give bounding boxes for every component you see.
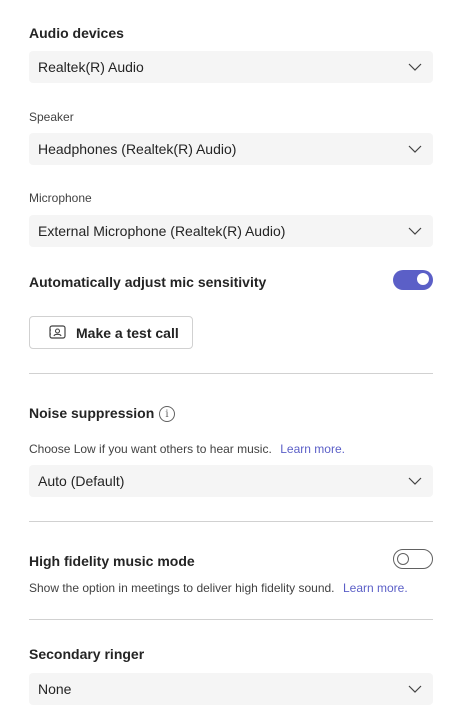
auto-adjust-label: Automatically adjust mic sensitivity xyxy=(29,274,267,290)
auto-adjust-toggle[interactable] xyxy=(393,270,433,290)
high-fidelity-description-row: Show the option in meetings to deliver h… xyxy=(29,579,408,597)
divider xyxy=(29,521,433,522)
noise-learn-more-link[interactable]: Learn more. xyxy=(280,442,345,456)
audio-devices-value: Realtek(R) Audio xyxy=(38,59,144,75)
high-fidelity-heading: High fidelity music mode xyxy=(29,553,195,569)
high-fidelity-description: Show the option in meetings to deliver h… xyxy=(29,581,335,595)
make-test-call-label: Make a test call xyxy=(76,324,179,341)
secondary-ringer-heading: Secondary ringer xyxy=(29,646,145,662)
microphone-label: Microphone xyxy=(29,191,92,205)
noise-suppression-heading: Noise suppression xyxy=(29,405,155,421)
microphone-dropdown[interactable]: External Microphone (Realtek(R) Audio) xyxy=(29,215,433,247)
chevron-down-icon xyxy=(407,141,423,157)
speaker-label: Speaker xyxy=(29,110,74,124)
noise-suppression-description: Choose Low if you want others to hear mu… xyxy=(29,442,272,456)
noise-suppression-dropdown[interactable]: Auto (Default) xyxy=(29,465,433,497)
toggle-knob xyxy=(417,273,429,285)
chevron-down-icon xyxy=(407,223,423,239)
speaker-dropdown[interactable]: Headphones (Realtek(R) Audio) xyxy=(29,133,433,165)
high-fidelity-toggle[interactable] xyxy=(393,549,433,569)
noise-suppression-description-row: Choose Low if you want others to hear mu… xyxy=(29,440,345,458)
high-fidelity-learn-more-link[interactable]: Learn more. xyxy=(343,581,408,595)
make-test-call-button[interactable]: Make a test call xyxy=(29,316,193,349)
chevron-down-icon xyxy=(407,59,423,75)
noise-suppression-value: Auto (Default) xyxy=(38,473,125,489)
test-call-icon xyxy=(49,324,67,341)
chevron-down-icon xyxy=(407,473,423,489)
speaker-value: Headphones (Realtek(R) Audio) xyxy=(38,141,237,157)
divider xyxy=(29,619,433,620)
info-icon[interactable]: i xyxy=(159,406,175,422)
audio-devices-dropdown[interactable]: Realtek(R) Audio xyxy=(29,51,433,83)
audio-devices-heading: Audio devices xyxy=(29,25,124,41)
microphone-value: External Microphone (Realtek(R) Audio) xyxy=(38,223,286,239)
divider xyxy=(29,373,433,374)
secondary-ringer-value: None xyxy=(38,681,72,697)
toggle-knob xyxy=(397,553,409,565)
secondary-ringer-dropdown[interactable]: None xyxy=(29,673,433,705)
chevron-down-icon xyxy=(407,681,423,697)
